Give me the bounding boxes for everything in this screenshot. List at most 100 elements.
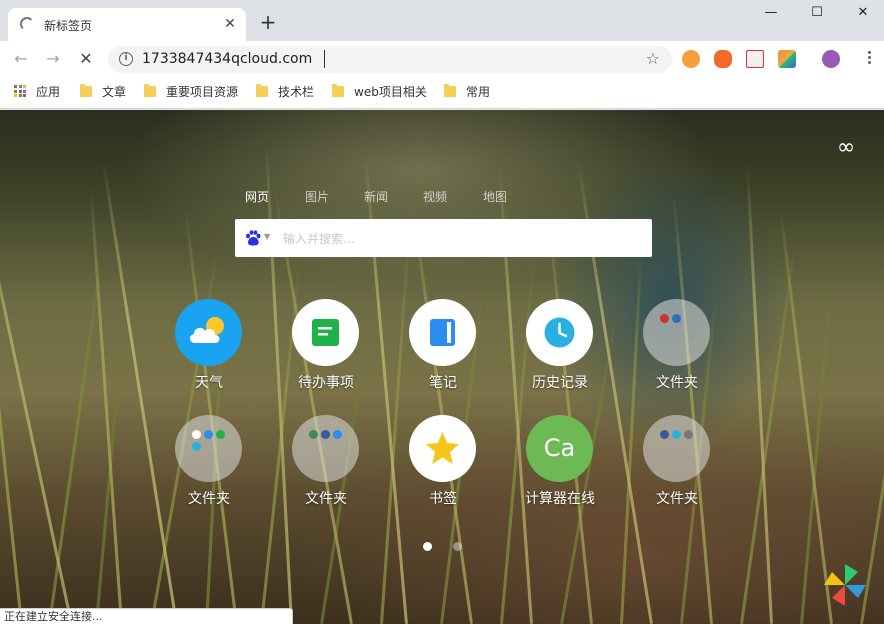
tab-new-tab[interactable]: 新标签页 ✕ [8, 8, 246, 41]
bookmark-apps-label: 应用 [36, 85, 61, 99]
site-info-icon[interactable]: i [119, 52, 133, 66]
folder-icon [332, 84, 344, 97]
engine-dropdown-icon[interactable]: ▼ [264, 232, 270, 241]
tab-title: 新标签页 [44, 19, 93, 33]
tile-label: 书签 [429, 491, 457, 507]
tile-todo[interactable]: 待办事项 [271, 299, 381, 409]
tile-folder[interactable]: 文件夹 [622, 299, 732, 409]
url-text[interactable]: 1733847434qcloud.com [142, 51, 312, 67]
grass-blade [0, 173, 73, 624]
search-input[interactable]: ▼ 输入并搜索... [235, 219, 652, 257]
tab-strip: 新标签页 ✕ + — ☐ ✕ [0, 0, 884, 41]
notes-icon [409, 299, 476, 366]
bookmark-folder[interactable]: 重要项目资源 [144, 84, 238, 102]
address-bar[interactable]: i 1733847434qcloud.com ☆ [108, 46, 672, 73]
text-cursor-icon [324, 50, 330, 68]
search-placeholder: 输入并搜索... [283, 232, 355, 246]
todo-icon [292, 299, 359, 366]
menu-icon[interactable] [866, 49, 872, 69]
mini-app-icon [321, 430, 330, 439]
tile-label: 文件夹 [656, 375, 698, 391]
new-tab-button[interactable]: + [258, 12, 278, 32]
folder-icon [643, 415, 710, 482]
mini-app-icon [684, 430, 693, 439]
folder-icon [175, 415, 242, 482]
tile-weather[interactable]: 天气 [154, 299, 264, 409]
folder-icon [144, 84, 156, 97]
bookmark-folder[interactable]: 技术栏 [256, 84, 314, 102]
tile-label: 计算器在线 [525, 491, 595, 507]
bookmark-folder-label: web项目相关 [354, 85, 427, 99]
tile-label: 笔记 [429, 375, 457, 391]
mini-app-icon [660, 314, 669, 323]
infinity-settings-icon[interactable]: ∞ [828, 134, 864, 164]
mini-app-icon [309, 430, 318, 439]
infinity-extension-icon[interactable] [682, 50, 700, 68]
ublock-extension-icon[interactable] [714, 50, 732, 68]
search-type-tabs: 网页 图片 新闻 视频 地图 [236, 188, 526, 208]
mini-app-icon [192, 442, 201, 451]
tile-history[interactable]: 历史记录 [505, 299, 615, 409]
new-tab-page: ∞ 网页 图片 新闻 视频 地图 ▼ 输入并搜索... 天气 待办事项 笔记 历… [0, 110, 884, 624]
baidu-paw-icon[interactable] [244, 230, 262, 246]
stop-loading-button[interactable]: ✕ [75, 48, 97, 70]
maximize-button[interactable]: ☐ [802, 4, 832, 24]
tile-label: 文件夹 [188, 491, 230, 507]
bookmark-folder[interactable]: web项目相关 [332, 84, 427, 102]
pdf-extension-icon[interactable] [746, 50, 764, 68]
pinwheel-logo-icon[interactable] [822, 562, 868, 608]
tile-label: 天气 [195, 375, 223, 391]
close-tab-icon[interactable]: ✕ [222, 16, 238, 32]
weather-icon [175, 299, 242, 366]
tile-bookmarks[interactable]: 书签 [388, 415, 498, 525]
minimize-button[interactable]: — [756, 4, 786, 24]
bookmark-star-icon[interactable]: ☆ [646, 49, 660, 68]
colorful-extension-icon[interactable] [778, 50, 796, 68]
tab-map[interactable]: 地图 [483, 188, 507, 205]
tile-notes[interactable]: 笔记 [388, 299, 498, 409]
tab-news[interactable]: 新闻 [364, 188, 388, 205]
tile-folder[interactable]: 文件夹 [271, 415, 381, 525]
bookmark-folder-label: 文章 [102, 85, 127, 99]
tile-calculator[interactable]: Ca 计算器在线 [505, 415, 615, 525]
mini-app-icon [333, 430, 342, 439]
grass-blade [672, 195, 713, 624]
tile-folder[interactable]: 文件夹 [154, 415, 264, 525]
calculator-icon: Ca [526, 415, 593, 482]
bookmark-apps[interactable]: 应用 [14, 84, 60, 102]
grass-blade [0, 206, 23, 624]
folder-icon [643, 299, 710, 366]
tile-label: 文件夹 [305, 491, 347, 507]
history-icon [526, 299, 593, 366]
folder-icon [80, 84, 92, 97]
close-window-button[interactable]: ✕ [848, 4, 878, 24]
page-dot-active[interactable] [423, 542, 432, 551]
bookmark-folder[interactable]: 常用 [444, 84, 490, 102]
bookmark-folder-label: 常用 [466, 85, 491, 99]
bookmark-folder-label: 重要项目资源 [166, 85, 239, 99]
forward-button[interactable]: → [42, 48, 64, 70]
mini-app-icon [192, 430, 201, 439]
status-bar: 正在建立安全连接... [0, 608, 293, 624]
bookmark-folder-label: 技术栏 [278, 85, 315, 99]
mini-app-icon [660, 430, 669, 439]
back-button[interactable]: ← [10, 48, 32, 70]
page-indicator [420, 542, 466, 552]
tile-label: 待办事项 [298, 375, 354, 391]
grass-blade [48, 267, 102, 624]
page-dot[interactable] [453, 542, 462, 551]
tab-web[interactable]: 网页 [245, 188, 269, 205]
star-icon [409, 415, 476, 482]
avatar[interactable] [822, 50, 840, 68]
tab-video[interactable]: 视频 [423, 188, 447, 205]
bookmark-folder[interactable]: 文章 [80, 84, 126, 102]
folder-icon [292, 415, 359, 482]
mini-app-icon [672, 430, 681, 439]
loading-spinner-icon [20, 17, 34, 31]
tile-folder[interactable]: 文件夹 [622, 415, 732, 525]
mini-app-icon [204, 430, 213, 439]
toolbar: ← → ✕ i 1733847434qcloud.com ☆ [0, 41, 884, 77]
tab-images[interactable]: 图片 [305, 188, 329, 205]
tile-label: 历史记录 [532, 375, 588, 391]
mini-app-icon [672, 314, 681, 323]
